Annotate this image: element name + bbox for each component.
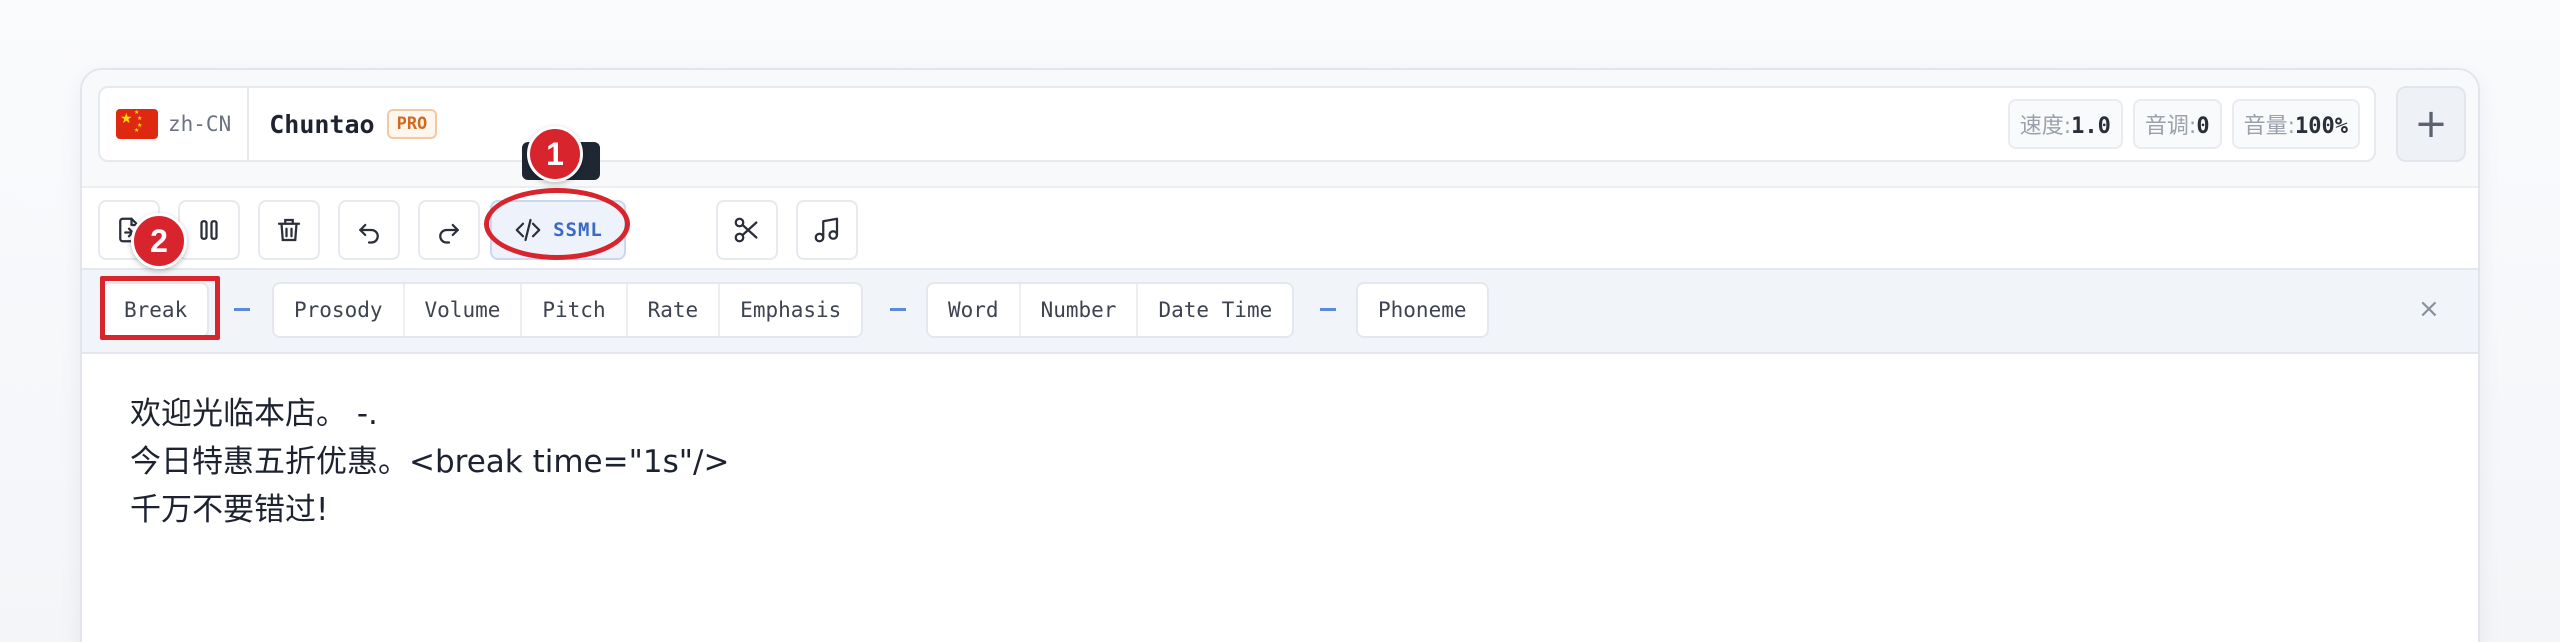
highlight-ring-ssml <box>484 188 630 260</box>
locale-code: zh-CN <box>168 112 232 136</box>
param-speed-value: 1.0 <box>2071 114 2111 139</box>
separator <box>234 308 250 311</box>
locale-selector[interactable]: ★ ★ ★ ★ ★ zh-CN <box>100 88 250 160</box>
cut-button[interactable] <box>716 200 778 260</box>
scissors-icon <box>734 217 758 243</box>
tag-group-phoneme: Phoneme <box>1356 282 1489 338</box>
trash-icon <box>277 218 301 242</box>
tag-date-time[interactable]: Date Time <box>1138 284 1292 336</box>
voice-selector-bar[interactable]: ★ ★ ★ ★ ★ zh-CN Chuntao PRO 速度:1.0 音调:0 音量:1… <box>98 86 2376 162</box>
param-speed-label: 速度: <box>2019 114 2072 139</box>
tag-word[interactable]: Word <box>928 284 1021 336</box>
tag-pitch[interactable]: Pitch <box>522 284 628 336</box>
voice-name[interactable]: Chuntao <box>269 110 374 139</box>
tag-group-say-as: Word Number Date Time <box>926 282 1295 338</box>
close-tag-bar-button[interactable]: × <box>2418 296 2440 322</box>
tag-number[interactable]: Number <box>1021 284 1139 336</box>
music-button[interactable] <box>796 200 858 260</box>
tag-volume[interactable]: Volume <box>405 284 523 336</box>
china-flag-icon: ★ ★ ★ ★ ★ <box>116 109 158 139</box>
tag-rate[interactable]: Rate <box>628 284 721 336</box>
callout-2: 2 <box>131 213 187 269</box>
add-voice-button[interactable]: + <box>2396 86 2466 162</box>
param-speed[interactable]: 速度:1.0 <box>2007 99 2123 149</box>
editor-line: 今日特惠五折优惠。<break time="1s"/> <box>130 444 730 480</box>
editor-line: 千万不要错过! <box>130 492 329 528</box>
redo-button[interactable] <box>418 200 480 260</box>
param-pitch-label: 音调: <box>2144 114 2197 139</box>
tag-group-prosody: Prosody Volume Pitch Rate Emphasis <box>272 282 864 338</box>
tts-editor-card: ★ ★ ★ ★ ★ zh-CN Chuntao PRO 速度:1.0 音调:0 音量:1… <box>80 68 2480 642</box>
tag-phoneme[interactable]: Phoneme <box>1358 284 1487 336</box>
param-pitch[interactable]: 音调:0 <box>2132 99 2222 149</box>
editor-line: 欢迎光临本店。 -. <box>130 396 378 432</box>
tag-prosody[interactable]: Prosody <box>274 284 405 336</box>
delete-button[interactable] <box>258 200 320 260</box>
param-volume-label: 音量: <box>2243 114 2296 139</box>
ssml-text-editor[interactable]: 欢迎光临本店。 -. 今日特惠五折优惠。<break time="1s"/> 千… <box>130 390 2430 534</box>
param-volume[interactable]: 音量:100% <box>2231 99 2360 149</box>
highlight-rect-break <box>100 276 220 340</box>
voice-params: 速度:1.0 音调:0 音量:100% <box>2007 99 2374 149</box>
pause-button[interactable] <box>178 200 240 260</box>
redo-icon <box>439 223 459 244</box>
callout-1: 1 <box>527 126 583 182</box>
separator <box>890 308 906 311</box>
undo-icon <box>359 223 379 244</box>
param-pitch-value: 0 <box>2196 114 2210 139</box>
separator <box>1320 308 1336 311</box>
pro-badge: PRO <box>386 109 438 139</box>
tag-emphasis[interactable]: Emphasis <box>720 284 861 336</box>
pause-icon <box>200 220 218 240</box>
undo-button[interactable] <box>338 200 400 260</box>
param-volume-value: 100% <box>2295 114 2348 139</box>
music-note-icon <box>814 217 839 243</box>
